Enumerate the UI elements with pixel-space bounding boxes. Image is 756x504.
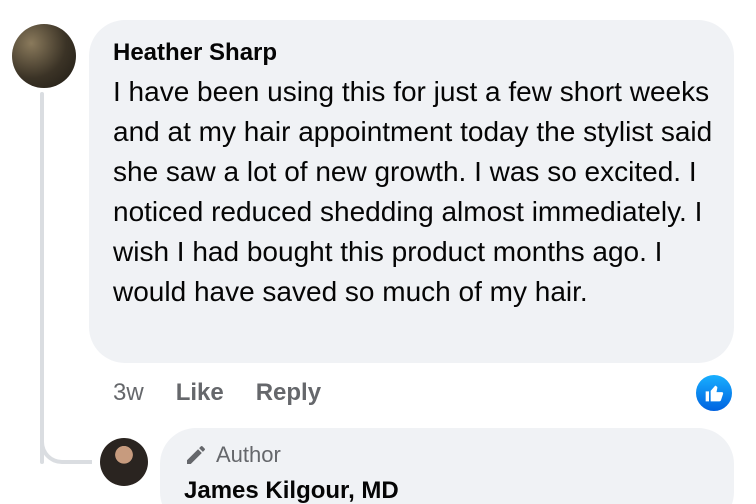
commenter-name[interactable]: Heather Sharp bbox=[113, 38, 710, 68]
author-badge: Author bbox=[184, 442, 710, 468]
comment-actions: 3w Like Reply bbox=[113, 376, 353, 410]
reaction-badge[interactable] bbox=[694, 373, 734, 413]
reply-button[interactable]: Reply bbox=[256, 379, 321, 407]
reply-avatar[interactable] bbox=[100, 438, 148, 486]
comment-text: I have been using this for just a few sh… bbox=[113, 76, 713, 307]
thread-connector-curve bbox=[40, 420, 92, 464]
comment-timestamp[interactable]: 3w bbox=[113, 379, 144, 407]
thumbs-up-icon bbox=[705, 385, 724, 402]
author-badge-label: Author bbox=[216, 442, 281, 467]
reply-bubble: Author James Kilgour, MD bbox=[160, 428, 734, 504]
like-button[interactable]: Like bbox=[176, 379, 224, 407]
comment-bubble: Heather Sharp I have been using this for… bbox=[89, 20, 734, 363]
thread-connector-line bbox=[40, 92, 44, 464]
pencil-icon bbox=[187, 445, 206, 464]
avatar[interactable] bbox=[12, 24, 76, 88]
reply-author-name[interactable]: James Kilgour, MD bbox=[184, 476, 710, 504]
comment-thread: Heather Sharp I have been using this for… bbox=[0, 0, 756, 504]
